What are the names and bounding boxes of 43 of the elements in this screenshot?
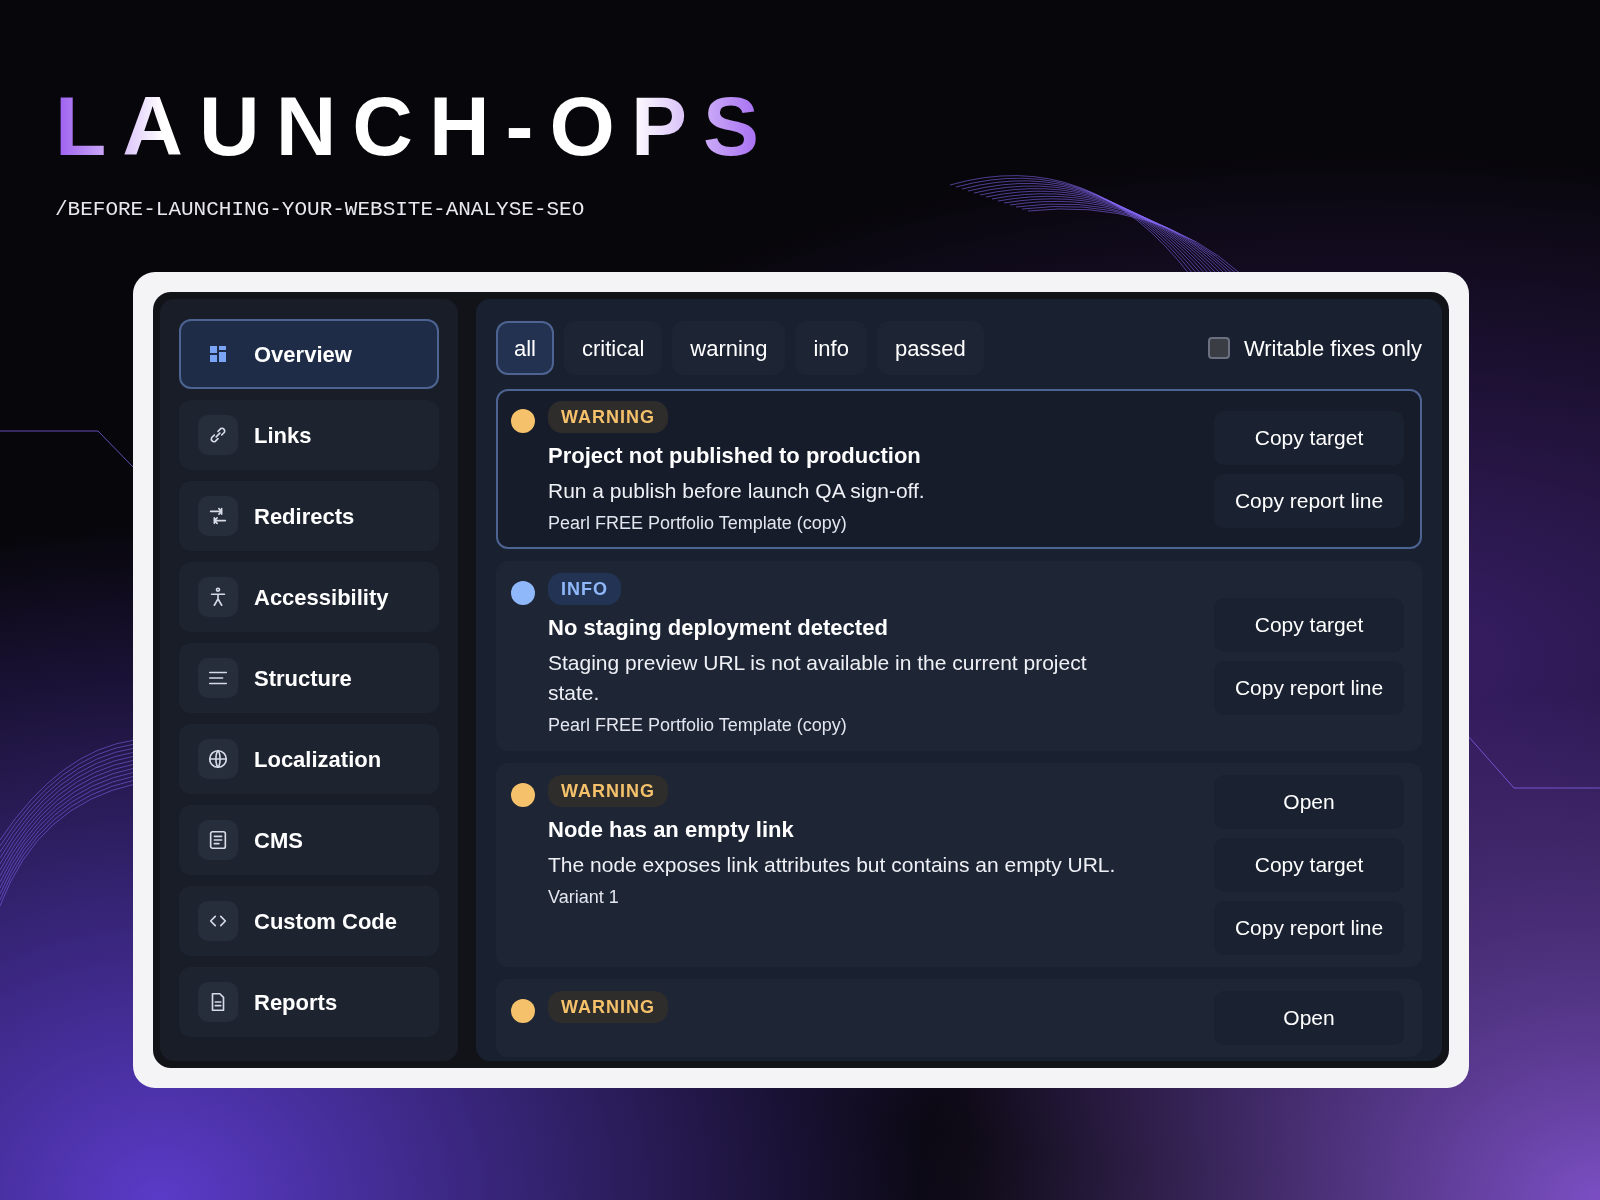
severity-badge: INFO — [548, 573, 621, 605]
issue-title: Node has an empty link — [548, 816, 794, 844]
subtitle: /BEFORE-LAUNCHING-YOUR-WEBSITE-ANALYSE-SEO — [55, 197, 586, 223]
action-button[interactable]: Copy target — [1214, 597, 1404, 652]
sidebar-item[interactable]: Localization — [179, 724, 439, 794]
issue-description: The node exposes link attributes but contains an empty URL. — [548, 852, 1116, 878]
sidebar-item[interactable]: Links — [179, 400, 439, 470]
issue-target: Pearl FREE Portfolio Template (copy) — [548, 512, 847, 535]
action-button[interactable]: Open — [1214, 991, 1404, 1045]
issue-description: Staging preview URL is not available in the current project state. — [548, 650, 1088, 706]
filter-tab[interactable]: info — [795, 321, 867, 375]
sidebar-item[interactable]: Reports — [179, 967, 439, 1037]
issue-title: No staging deployment detected — [548, 614, 888, 642]
sidebar-item[interactable]: Custom Code — [179, 886, 439, 956]
filter-tab[interactable]: critical — [564, 321, 663, 375]
checkbox-label: Writable fixes only — [1243, 334, 1422, 363]
checkbox[interactable] — [1207, 337, 1230, 359]
sidebar-item[interactable]: Overview — [179, 319, 439, 389]
sidebar-item[interactable]: Accessibility — [179, 562, 439, 632]
filter-tab[interactable]: warning — [672, 321, 786, 375]
issue-target: Pearl FREE Portfolio Template (copy) — [548, 714, 847, 737]
writable-fixes-checkbox[interactable]: Writable fixes only — [1207, 331, 1422, 365]
redirect-icon — [207, 505, 229, 527]
action-button[interactable]: Copy target — [1214, 410, 1404, 465]
sidebar-item[interactable]: Structure — [179, 643, 439, 713]
filter-tab[interactable]: all — [496, 321, 554, 375]
action-button[interactable]: Copy target — [1214, 838, 1404, 892]
severity-badge: WARNING — [548, 991, 668, 1023]
sidebar-item[interactable]: CMS — [179, 805, 439, 875]
grid-icon — [208, 344, 228, 364]
sidebar-item[interactable]: Redirects — [179, 481, 439, 551]
issue-description: Run a publish before launch QA sign-off. — [548, 478, 925, 504]
issue-target: Variant 1 — [548, 886, 619, 909]
filter-tab[interactable]: passed — [876, 321, 984, 375]
severity-badge: WARNING — [548, 775, 668, 807]
severity-badge: WARNING — [548, 401, 668, 433]
document-icon — [207, 829, 229, 851]
action-button[interactable]: Copy report line — [1214, 901, 1404, 955]
action-button[interactable]: Open — [1214, 775, 1404, 829]
issue-title: Project not published to production — [548, 442, 921, 470]
globe-icon — [207, 748, 229, 770]
action-button[interactable]: Copy report line — [1214, 660, 1404, 715]
action-button[interactable]: Copy report line — [1214, 473, 1404, 528]
